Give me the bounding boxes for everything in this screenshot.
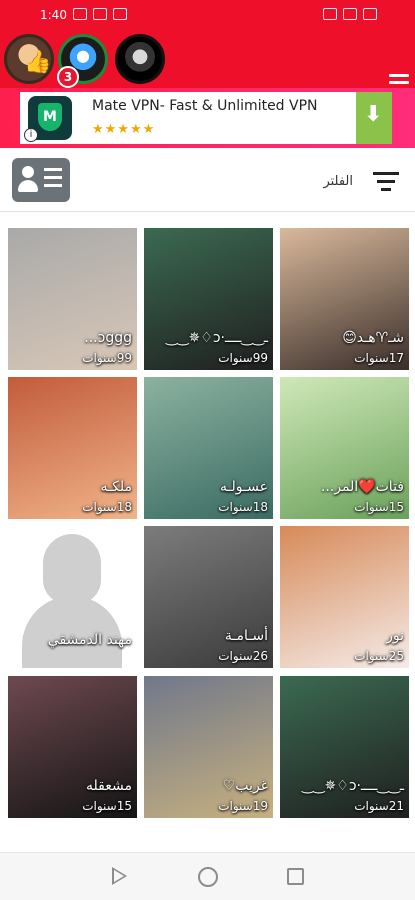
user-age: 99سنوات [82,351,132,365]
user-photo [144,526,273,668]
signal-icon [343,8,357,20]
user-age: 25سنوات [354,649,404,663]
recents-square-icon[interactable] [287,868,304,885]
user-age: 26سنوات [218,649,268,663]
user-photo [144,228,273,370]
user-age: 15سنوات [82,799,132,813]
user-card[interactable]: شـ♈هـد😊 17سنوات [280,228,409,370]
notification-icon [72,8,87,20]
user-name: شـ♈هـد😊 [342,330,404,346]
user-card[interactable]: فتات❤️المر... 15سنوات [280,377,409,519]
user-card[interactable]: مشعقله 15سنوات [8,676,137,818]
status-bar: 1:40 [0,0,415,30]
user-name: فتات❤️المر... [320,479,404,495]
profile-avatar-3[interactable] [115,34,165,84]
thumbs-up-icon: 👍 [24,50,52,75]
user-name: غريب♡ [222,778,268,794]
ad-title: Mate VPN- Fast & Unlimited VPN [92,98,318,114]
filter-toolbar: الفلتر [0,150,415,212]
user-card[interactable]: ـ‿‿ــــ·ɔ♢✵‿‿ 21سنوات [280,676,409,818]
user-photo [8,676,137,818]
user-card[interactable]: ɔggg... 99سنوات [8,228,137,370]
user-age: 18سنوات [218,500,268,514]
alarm-icon [112,8,127,20]
battery-icon [363,8,377,20]
system-nav-bar [0,852,415,900]
filter-label[interactable]: الفلتر [323,174,353,189]
filter-icon[interactable] [373,172,399,192]
user-name: عسـولـه [219,479,268,495]
app-header: 👍 3 [0,30,415,91]
user-card[interactable]: مهند الدمشقي [8,526,137,668]
user-name: مشعقله [86,778,132,794]
wifi-icon [323,8,337,20]
user-card[interactable]: نور 25سنوات [280,526,409,668]
status-right-icons [323,8,377,20]
ad-banner[interactable]: M i Mate VPN- Fast & Unlimited VPN ★★★★★… [0,88,415,148]
user-age: 99سنوات [218,351,268,365]
user-card[interactable]: ملكـه 18سنوات [8,377,137,519]
user-grid: شـ♈هـد😊 17سنوات ـ‿‿ــــ·ɔ♢✵‿‿ 99سنوات ɔggg..… [8,228,410,848]
shield-icon: M [38,103,62,131]
download-button[interactable]: ⬇ [356,92,392,144]
user-age: 18سنوات [82,500,132,514]
profile-avatar-1[interactable]: 👍 [4,34,54,84]
message-icon [92,8,107,20]
user-photo [8,377,137,519]
user-age: 21سنوات [354,799,404,813]
profile-card-icon [22,166,34,178]
user-photo [144,676,273,818]
user-card[interactable]: غريب♡ 19سنوات [144,676,273,818]
status-time: 1:40 [40,8,67,22]
user-photo [280,377,409,519]
ad-card[interactable]: M i Mate VPN- Fast & Unlimited VPN ★★★★★… [20,92,392,144]
user-age: 17سنوات [354,351,404,365]
default-avatar-icon [43,534,101,604]
user-card[interactable]: أسـامـة 26سنوات [144,526,273,668]
user-name: ملكـه [100,479,132,495]
status-left-icons: 1:40 [40,8,127,22]
user-photo [280,526,409,668]
download-icon: ⬇ [364,102,383,127]
home-circle-icon[interactable] [198,867,218,887]
user-card[interactable]: عسـولـه 18سنوات [144,377,273,519]
user-name: نور [386,628,404,644]
ad-rating-stars: ★★★★★ [92,122,156,137]
user-name: مهند الدمشقي [47,632,132,648]
user-photo [280,228,409,370]
user-card[interactable]: ـ‿‿ــــ·ɔ♢✵‿‿ 99سنوات [144,228,273,370]
user-photo [8,228,137,370]
user-name: أسـامـة [224,628,268,644]
back-triangle-icon[interactable] [112,867,127,885]
user-photo [280,676,409,818]
user-age: 15سنوات [354,500,404,514]
user-age: 19سنوات [218,799,268,813]
profile-card-button[interactable] [12,158,70,202]
notification-badge: 3 [57,66,79,88]
user-name: ɔggg... [84,330,132,346]
user-name: ـ‿‿ــــ·ɔ♢✵‿‿ [302,778,404,794]
user-photo [144,377,273,519]
user-name: ـ‿‿ــــ·ɔ♢✵‿‿ [166,330,268,346]
info-icon[interactable]: i [24,128,38,142]
